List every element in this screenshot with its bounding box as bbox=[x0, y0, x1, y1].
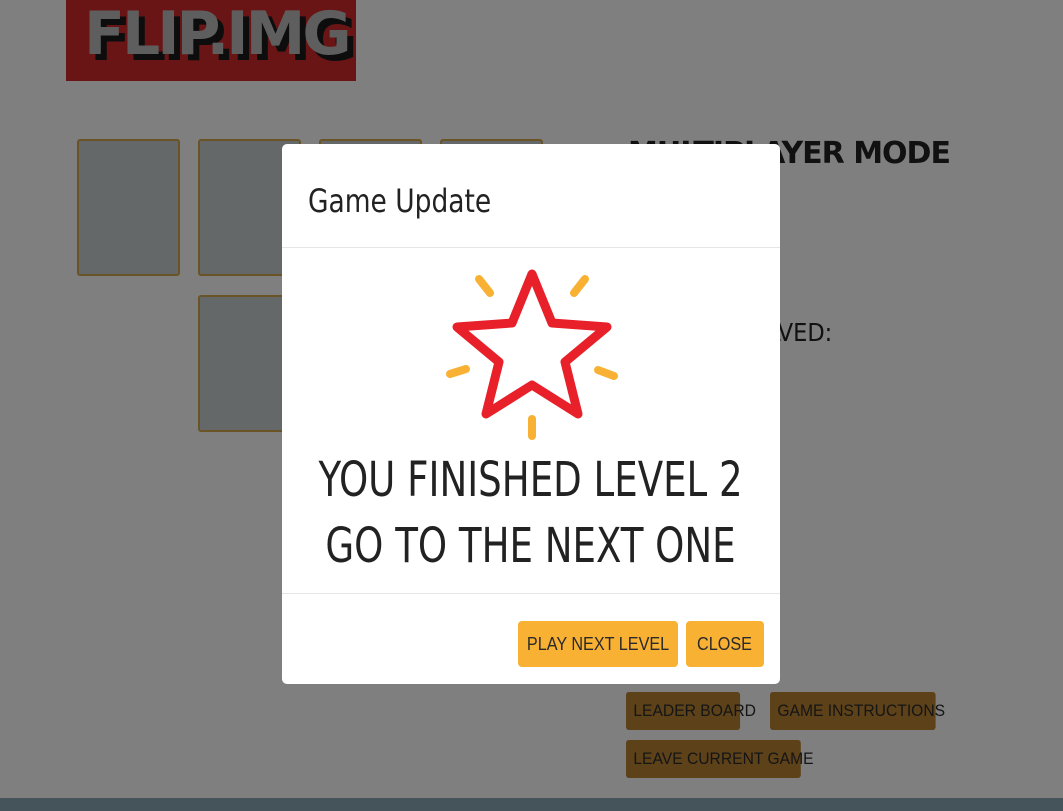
play-next-level-label: PLAY NEXT LEVEL bbox=[526, 634, 670, 654]
finish-message-text: YOU FINISHED LEVEL 2 bbox=[318, 452, 744, 508]
modal-body: YOU FINISHED LEVEL 2 GO TO THE NEXT ONE bbox=[282, 248, 780, 594]
close-label: CLOSE bbox=[697, 634, 753, 654]
modal-footer: PLAY NEXT LEVEL CLOSE bbox=[282, 594, 780, 684]
game-update-modal: Game Update YOU FINISHED LEVEL 2 GO TO T… bbox=[282, 144, 780, 684]
modal-header: Game Update bbox=[282, 144, 780, 248]
next-level-message-text: GO TO THE NEXT ONE bbox=[325, 518, 737, 574]
close-button[interactable]: CLOSE bbox=[686, 621, 764, 667]
play-next-level-button[interactable]: PLAY NEXT LEVEL bbox=[518, 621, 678, 667]
next-level-message: GO TO THE NEXT ONE bbox=[282, 522, 780, 570]
modal-title: Game Update bbox=[308, 182, 492, 220]
star-icon bbox=[446, 269, 618, 440]
finish-message: YOU FINISHED LEVEL 2 bbox=[282, 456, 780, 504]
